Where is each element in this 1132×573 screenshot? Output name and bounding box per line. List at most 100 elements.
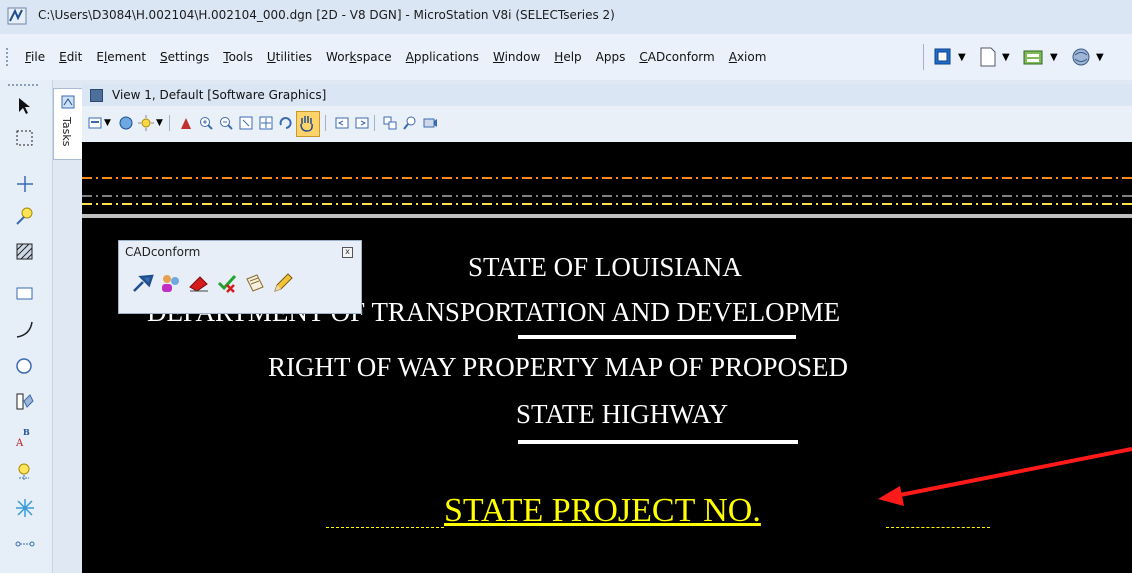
toolbar-separator	[374, 115, 375, 131]
cell-tool[interactable]	[10, 388, 40, 416]
text-ab-icon: BA	[15, 427, 30, 449]
dropdown-arrow-icon[interactable]: ▼	[958, 52, 966, 63]
underline-highway	[518, 440, 798, 444]
check-x-icon[interactable]	[215, 271, 239, 295]
underline-transportation	[518, 335, 796, 339]
bulb-sparkle-icon	[18, 463, 30, 481]
view-menu-icon[interactable]	[90, 89, 103, 102]
fence-tool[interactable]	[10, 124, 40, 152]
dropdown-arrow-icon[interactable]: ▼	[1002, 52, 1010, 63]
menu-item[interactable]: Help	[547, 47, 588, 67]
border-line	[82, 214, 1132, 218]
window-area-icon[interactable]	[238, 115, 254, 131]
menu-item[interactable]: Window	[486, 47, 547, 67]
toolbar-separator	[923, 44, 924, 70]
project-number-label: STATE PROJECT NO.	[444, 492, 761, 529]
cadconform-icons	[131, 271, 295, 295]
view-title-bar: View 1, Default [Software Graphics]	[82, 84, 1132, 107]
place-point-tool[interactable]	[10, 170, 40, 198]
update-view-icon[interactable]	[178, 115, 194, 131]
cadconform-title: CADconform	[125, 245, 201, 259]
circle-tool[interactable]	[10, 352, 40, 380]
dropdown-arrow-icon[interactable]: ▼	[1096, 52, 1104, 63]
measure-icon	[15, 541, 35, 547]
document-icon	[980, 47, 996, 67]
project-blank-right	[886, 527, 990, 528]
manipulate-tool[interactable]	[10, 494, 40, 522]
rotate-view-icon[interactable]	[278, 115, 294, 131]
menu-item[interactable]: CADconform	[632, 47, 721, 67]
drawing-title-map: RIGHT OF WAY PROPERTY MAP OF PROPOSED	[268, 352, 849, 382]
snap-tool[interactable]	[10, 202, 40, 230]
menu-item[interactable]: Apps	[589, 47, 633, 67]
pan-view-button[interactable]	[296, 111, 320, 137]
menu-item[interactable]: Applications	[399, 47, 486, 67]
menu-item[interactable]: Utilities	[260, 47, 319, 67]
zoom-selection-icon[interactable]	[402, 115, 418, 131]
rectangle-tool[interactable]	[10, 280, 40, 308]
new-3d-button[interactable]: ▼	[932, 45, 966, 69]
level-manager-button[interactable]: ▼	[1022, 45, 1058, 69]
menu-item[interactable]: Settings	[153, 47, 216, 67]
pencil-icon[interactable]	[271, 271, 295, 295]
globe-icon	[1072, 48, 1090, 66]
zoom-in-icon[interactable]	[198, 115, 214, 131]
view-toolbar: ▼ ▼	[82, 106, 1132, 143]
microstation-icon	[7, 7, 27, 25]
tasks-tab[interactable]: Tasks	[53, 88, 82, 160]
view-previous-icon[interactable]	[334, 115, 350, 131]
crosshair-icon	[17, 176, 33, 192]
menu-item[interactable]: Element	[89, 47, 153, 67]
toolbar-separator	[169, 115, 170, 131]
arrow-pointer-icon	[19, 98, 30, 114]
lighting-icon[interactable]	[138, 115, 154, 131]
rectangle-icon	[16, 287, 33, 300]
select-element-tool[interactable]	[10, 92, 40, 120]
new-file-button[interactable]: ▼	[978, 45, 1010, 69]
connect-icon[interactable]	[131, 271, 155, 295]
main-menu: File Edit Element Settings Tools Utilities Wor…	[18, 47, 773, 67]
drawing-title-state: STATE OF LOUISIANA	[468, 252, 742, 282]
menu-item[interactable]: Axiom	[722, 47, 774, 67]
menu-item[interactable]: Tools	[216, 47, 260, 67]
tool-grip	[8, 84, 38, 86]
users-icon[interactable]	[159, 271, 183, 295]
eraser-icon[interactable]	[187, 271, 211, 295]
measure-tool[interactable]	[10, 530, 40, 558]
display-style-icon[interactable]	[118, 115, 134, 131]
menu-item[interactable]: Workspace	[319, 47, 399, 67]
copy-view-icon[interactable]	[382, 115, 398, 131]
cube-icon	[934, 48, 951, 65]
svg-text:B: B	[23, 427, 30, 437]
menu-item[interactable]: Edit	[52, 47, 89, 67]
title-bar: C:\Users\D3084\H.002104\H.002104_000.dgn…	[0, 0, 1132, 35]
cell-icon	[16, 393, 34, 410]
menu-bar: File Edit Element Settings Tools Utilities Wor…	[0, 34, 1132, 80]
view-attributes-icon[interactable]	[88, 115, 104, 131]
view-title: View 1, Default [Software Graphics]	[112, 88, 327, 102]
drawing-canvas[interactable]: STATE OF LOUISIANA DEPARTMENT OF TRANSPO…	[82, 142, 1132, 573]
tasks-icon	[61, 95, 75, 109]
view-window: View 1, Default [Software Graphics] ▼ ▼	[82, 84, 1132, 573]
zoom-out-icon[interactable]	[218, 115, 234, 131]
text-tool[interactable]: BA	[10, 424, 40, 452]
toolbar-separator	[325, 115, 326, 131]
drawing-title-highway: STATE HIGHWAY	[516, 399, 729, 429]
dropdown-arrow-icon[interactable]: ▼	[1050, 52, 1058, 63]
star-burst-icon	[16, 499, 34, 517]
arc-icon	[16, 321, 33, 338]
cadconform-toolbox[interactable]: CADconform x	[118, 240, 362, 314]
menu-grip[interactable]	[6, 48, 12, 66]
fit-view-icon[interactable]	[258, 115, 274, 131]
right-of-way-lines	[82, 177, 1132, 205]
dimension-tool[interactable]	[10, 458, 40, 486]
camera-icon[interactable]	[422, 115, 438, 131]
menu-item[interactable]: File	[18, 47, 52, 67]
view-next-icon[interactable]	[354, 115, 370, 131]
arc-tool[interactable]	[10, 316, 40, 344]
svg-text:A: A	[15, 438, 24, 449]
clipboard-icon[interactable]	[243, 271, 267, 295]
render-button[interactable]: ▼	[1070, 45, 1104, 69]
close-icon[interactable]: x	[342, 247, 353, 258]
pattern-tool[interactable]	[10, 238, 40, 266]
